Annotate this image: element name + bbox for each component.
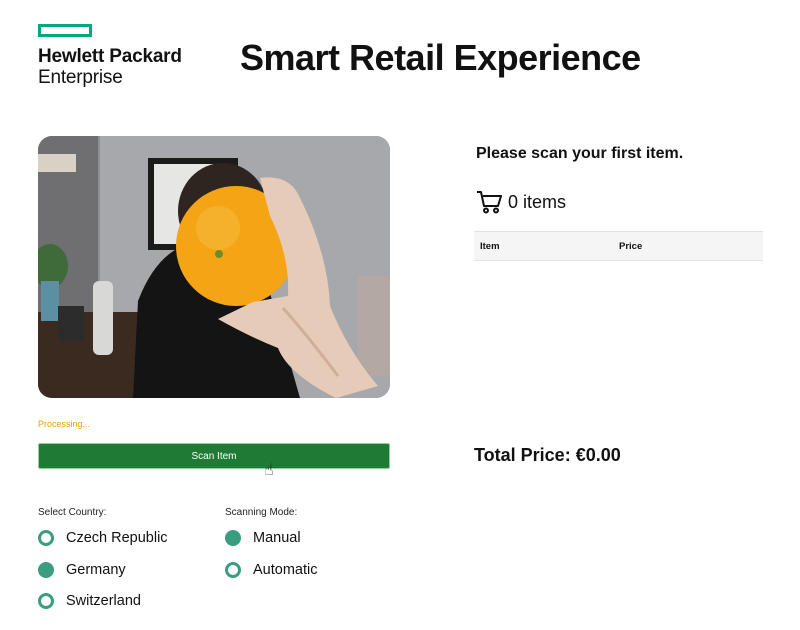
page-title: Smart Retail Experience — [240, 37, 641, 78]
scan-item-button[interactable]: Scan Item — [38, 443, 390, 469]
cart-summary: 0 items — [476, 190, 566, 214]
cart-item-count: 0 items — [508, 191, 567, 212]
logo-text-line1: Hewlett Packard — [38, 46, 182, 67]
total-price: Total Price: €0.00 — [474, 445, 621, 465]
radio-unchecked-icon — [225, 562, 241, 578]
radio-unchecked-icon — [38, 530, 54, 546]
radio-label: Germany — [66, 562, 126, 578]
radio-czech-republic[interactable]: Czech Republic — [38, 530, 168, 546]
radio-germany[interactable]: Germany — [38, 562, 126, 578]
radio-automatic[interactable]: Automatic — [225, 562, 317, 578]
column-header-item: Item — [480, 241, 500, 252]
shopping-cart-icon — [477, 191, 502, 214]
processing-status: Processing... — [38, 419, 91, 429]
radio-checked-icon — [225, 530, 241, 546]
logo-text-line2: Enterprise — [38, 67, 123, 88]
scanning-mode-label: Scanning Mode: — [225, 507, 298, 518]
radio-label: Switzerland — [66, 593, 141, 609]
cart-table-header: Item Price — [474, 231, 763, 261]
radio-checked-icon — [38, 562, 54, 578]
select-country-label: Select Country: — [38, 507, 107, 518]
radio-label: Manual — [253, 530, 301, 546]
hpe-logo-bar — [38, 24, 92, 37]
column-header-price: Price — [619, 241, 643, 252]
radio-unchecked-icon — [38, 593, 54, 609]
camera-feed — [38, 136, 390, 398]
radio-manual[interactable]: Manual — [225, 530, 301, 546]
radio-switzerland[interactable]: Switzerland — [38, 593, 141, 609]
hand-cursor-icon: ☝ — [264, 462, 274, 479]
radio-label: Czech Republic — [66, 530, 168, 546]
scan-prompt: Please scan your first item. — [476, 145, 684, 162]
radio-label: Automatic — [253, 562, 318, 578]
